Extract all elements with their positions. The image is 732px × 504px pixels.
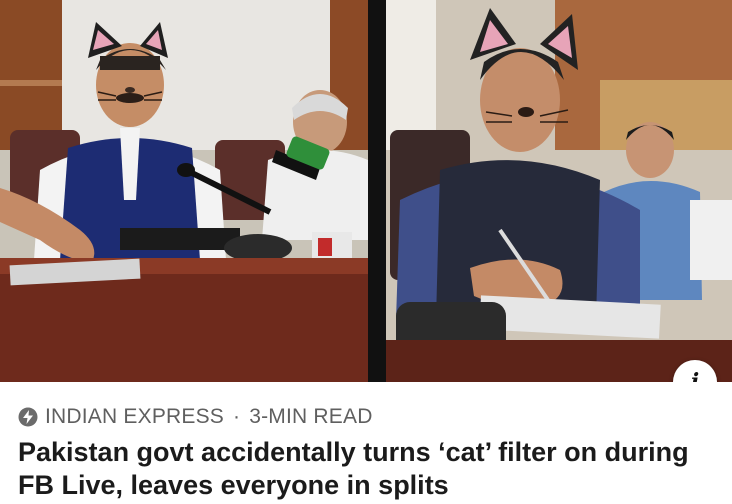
source-name[interactable]: INDIAN EXPRESS <box>45 405 224 429</box>
right-panel <box>386 0 732 382</box>
news-card[interactable]: i INDIAN EXPRESS · 3-MIN READ Pakistan g… <box>0 0 732 504</box>
read-time: 3-MIN READ <box>249 405 373 428</box>
article-headline[interactable]: Pakistan govt accidentally turns ‘cat’ f… <box>18 436 718 502</box>
left-panel <box>0 0 368 382</box>
info-icon: i <box>690 369 700 382</box>
article-image[interactable]: i <box>0 0 732 382</box>
bolt-circle-icon <box>18 407 38 427</box>
press-conference-photo <box>0 0 732 382</box>
meta-separator: · <box>233 405 241 428</box>
panel-divider <box>368 0 386 382</box>
article-meta: INDIAN EXPRESS · 3-MIN READ <box>18 404 373 430</box>
